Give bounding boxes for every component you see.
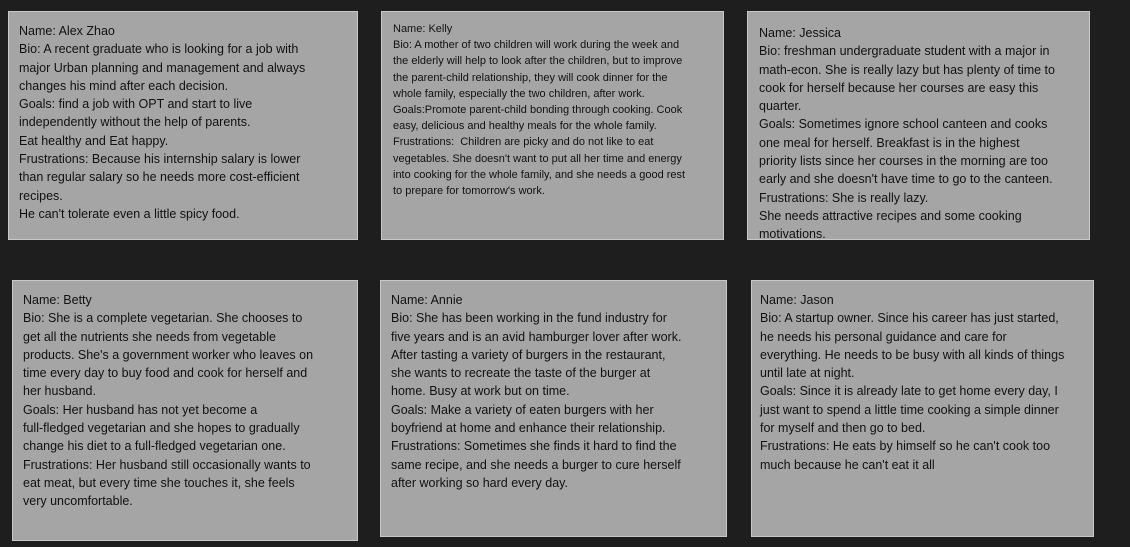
persona-card-kelly[interactable]: Name: Kelly Bio: A mother of two children…: [381, 11, 724, 240]
persona-text-line: time every day to buy food and cook for …: [23, 366, 308, 381]
persona-bio: Bio: She is a complete vegetarian. She c…: [23, 311, 303, 326]
persona-text-line: home. Busy at work but on time.: [391, 384, 570, 399]
persona-text-line: same recipe, and she needs a burger to c…: [391, 457, 681, 472]
persona-text-line: math-econ. She is really lazy but has pl…: [759, 62, 1055, 77]
persona-goals: Goals: Make a variety of eaten burgers w…: [391, 402, 654, 417]
persona-name: Name: Kelly: [393, 23, 453, 35]
persona-bio: Bio: A startup owner. Since his career h…: [760, 311, 1059, 326]
persona-name: Name: Alex Zhao: [19, 24, 115, 38]
persona-text-line: major Urban planning and management and …: [19, 60, 306, 75]
persona-bio: Bio: She has been working in the fund in…: [391, 311, 667, 326]
persona-bio: Bio: A recent graduate who is looking fo…: [19, 42, 299, 57]
persona-name: Name: Betty: [23, 293, 92, 307]
persona-text-line: the elderly will help to look after the …: [393, 55, 683, 68]
persona-text-line: he needs his personal guidance and care …: [760, 329, 1007, 344]
persona-card-betty[interactable]: Name: Betty Bio: She is a complete vegeta…: [12, 280, 358, 541]
persona-card-jessica[interactable]: Name: Jessica Bio: freshman undergraduate…: [747, 11, 1090, 240]
persona-card-jason[interactable]: Name: Jason Bio: A startup owner. Since h…: [751, 280, 1094, 537]
persona-text-line: motivations.: [759, 227, 826, 240]
persona-goals: Goals:Promote parent-child bonding throu…: [393, 104, 683, 117]
persona-name: Name: Jessica: [759, 26, 841, 40]
persona-text-line: She needs attractive recipes and some co…: [759, 208, 1022, 223]
persona-card-alex-zhao[interactable]: Name: Alex Zhao Bio: A recent graduate wh…: [8, 11, 358, 240]
persona-text-line: five years and is an avid hamburger love…: [391, 329, 682, 344]
persona-text-line: whole family, especially the two childre…: [393, 87, 645, 100]
persona-text-line: change his diet to a full-fledged vegeta…: [23, 439, 286, 454]
persona-text-line: products. She's a government worker who …: [23, 347, 314, 362]
persona-text-line: changes his mind after each decision.: [19, 78, 229, 93]
persona-text-line: everything. He needs to be busy with all…: [760, 347, 1065, 362]
persona-text-line: boyfriend at home and enhance their rela…: [391, 421, 666, 436]
persona-text-line: quarter.: [759, 99, 802, 114]
persona-goals: Goals: Her husband has not yet become a: [23, 402, 258, 417]
persona-goals: Goals: Since it is already late to get h…: [760, 384, 1058, 399]
persona-text-line: for myself and then go to bed.: [760, 421, 926, 436]
persona-text-line: until late at night.: [760, 366, 855, 381]
persona-text-line: independently without the help of parent…: [19, 115, 251, 130]
persona-text-line: much because he can't eat it all: [760, 457, 935, 472]
persona-text-line: her husband.: [23, 384, 96, 399]
persona-text-line: early and she doesn't have time to go to…: [759, 172, 1053, 187]
persona-text-line: recipes.: [19, 188, 63, 203]
persona-frustrations: Frustrations: She is really lazy.: [759, 190, 929, 205]
persona-text-line: eat meat, but every time she touches it,…: [23, 475, 295, 490]
persona-goals: Goals: Sometimes ignore school canteen a…: [759, 117, 1048, 132]
persona-goals: Goals: find a job with OPT and start to …: [19, 97, 253, 112]
persona-text-line: the parent-child relationship, they will…: [393, 71, 668, 84]
persona-frustrations: Frustrations: Her husband still occasion…: [23, 457, 311, 472]
persona-card-annie[interactable]: Name: Annie Bio: She has been working in …: [380, 280, 727, 537]
persona-text-line: After tasting a variety of burgers in th…: [391, 347, 666, 362]
persona-frustrations: Frustrations: Sometimes she finds it har…: [391, 439, 677, 454]
persona-text-line: after working so hard every day.: [391, 475, 568, 490]
persona-text-line: than regular salary so he needs more cos…: [19, 170, 300, 185]
persona-text-line: just want to spend a little time cooking…: [760, 402, 1059, 417]
persona-bio: Bio: freshman undergraduate student with…: [759, 44, 1050, 59]
persona-text-line: she wants to recreate the taste of the b…: [391, 366, 651, 381]
persona-text-line: one meal for herself. Breakfast is in th…: [759, 135, 1020, 150]
persona-text-line: to prepare for tomorrow's work.: [393, 185, 545, 198]
persona-text-line: He can't tolerate even a little spicy fo…: [19, 206, 240, 221]
persona-frustrations: Frustrations: He eats by himself so he c…: [760, 439, 1051, 454]
persona-text-line: vegetables. She doesn't want to put all …: [393, 152, 682, 165]
persona-name: Name: Jason: [760, 293, 834, 307]
persona-text-line: priority lists since her courses in the …: [759, 154, 1049, 169]
persona-text-line: easy, delicious and healthy meals for th…: [393, 120, 657, 133]
persona-text-line: into cooking for the whole family, and s…: [393, 168, 686, 181]
persona-frustrations: Frustrations: Children are picky and do …: [393, 136, 654, 149]
persona-text-line: Eat healthy and Eat happy.: [19, 133, 169, 148]
persona-text-line: get all the nutrients she needs from veg…: [23, 329, 276, 344]
persona-text-line: full-fledged vegetarian and she hopes to…: [23, 421, 300, 436]
persona-frustrations: Frustrations: Because his internship sal…: [19, 152, 301, 167]
persona-text-line: very uncomfortable.: [23, 494, 133, 509]
persona-text-line: cook for herself because her courses are…: [759, 80, 1039, 95]
persona-name: Name: Annie: [391, 293, 463, 307]
persona-bio: Bio: A mother of two children will work …: [393, 39, 680, 52]
